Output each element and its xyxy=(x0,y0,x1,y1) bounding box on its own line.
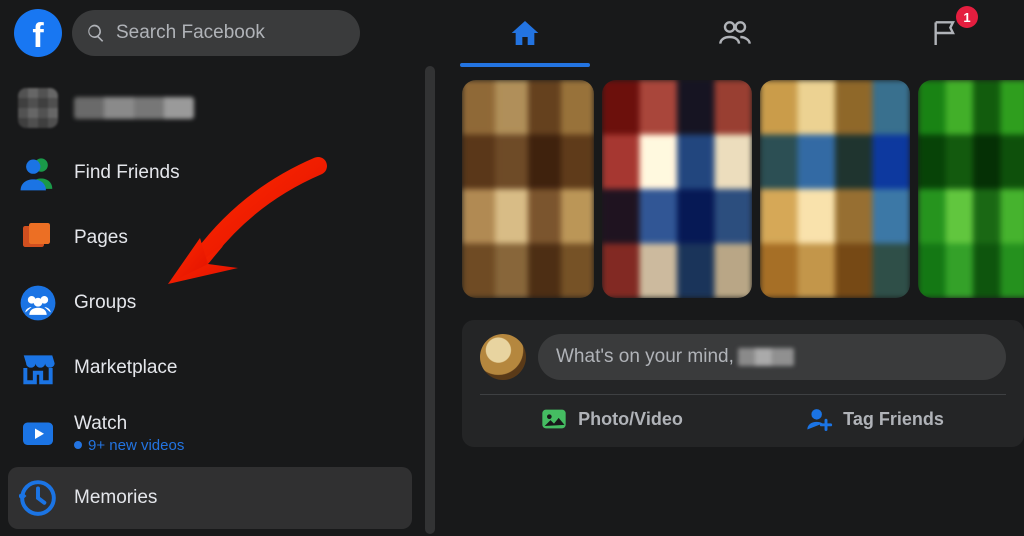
sidebar-item-label: Pages xyxy=(74,227,128,249)
photo-icon xyxy=(540,405,568,433)
sidebar-item-label: Groups xyxy=(74,292,136,314)
composer-placeholder: What's on your mind, xyxy=(556,346,734,368)
composer-name-redacted xyxy=(738,348,794,366)
friends-icon xyxy=(719,17,751,49)
story-card[interactable] xyxy=(602,80,752,298)
avatar xyxy=(18,88,58,128)
action-label: Photo/Video xyxy=(578,409,683,430)
home-icon xyxy=(509,17,541,49)
composer-action-tag[interactable]: Tag Friends xyxy=(743,405,1006,433)
story-card[interactable] xyxy=(760,80,910,298)
sidebar-item-subtext: 9+ new videos xyxy=(74,437,184,454)
notification-badge: 1 xyxy=(956,6,978,28)
tag-friends-icon xyxy=(805,405,833,433)
nav-video[interactable]: 1 xyxy=(880,0,1010,66)
sidebar-item-pages[interactable]: Pages xyxy=(8,207,412,269)
sidebar-item-find-friends[interactable]: Find Friends xyxy=(8,142,412,204)
groups-icon xyxy=(18,283,58,323)
vertical-divider xyxy=(425,66,435,534)
find-friends-icon xyxy=(18,153,58,193)
main-content: What's on your mind, Photo/Video Tag Fri… xyxy=(462,80,1024,534)
search-input[interactable]: Search Facebook xyxy=(72,10,360,56)
sidebar-item-label: Find Friends xyxy=(74,162,180,184)
nav-home[interactable] xyxy=(460,0,590,66)
post-composer: What's on your mind, Photo/Video Tag Fri… xyxy=(462,320,1024,447)
nav-friends[interactable] xyxy=(670,0,800,66)
left-sidebar: Find Friends Pages Groups Marketplace Wa… xyxy=(0,70,420,536)
search-placeholder: Search Facebook xyxy=(116,22,265,44)
stories-row xyxy=(462,80,1024,298)
top-header: f Search Facebook 1 xyxy=(0,0,1024,66)
sidebar-item-marketplace[interactable]: Marketplace xyxy=(8,337,412,399)
top-nav: 1 xyxy=(460,0,1010,66)
profile-name-redacted xyxy=(74,97,194,119)
action-label: Tag Friends xyxy=(843,409,944,430)
watch-icon xyxy=(18,413,58,453)
sidebar-item-label: Memories xyxy=(74,487,157,509)
sidebar-item-label: Watch xyxy=(74,413,184,435)
story-card[interactable] xyxy=(462,80,594,298)
composer-action-photo[interactable]: Photo/Video xyxy=(480,405,743,433)
sidebar-item-memories[interactable]: Memories xyxy=(8,467,412,529)
story-card[interactable] xyxy=(918,80,1024,298)
marketplace-icon xyxy=(18,348,58,388)
facebook-f-icon: f xyxy=(32,17,43,56)
sidebar-item-textblock: Watch 9+ new videos xyxy=(74,413,184,454)
sidebar-item-watch[interactable]: Watch 9+ new videos xyxy=(8,402,412,464)
memories-icon xyxy=(18,478,58,518)
sidebar-item-profile[interactable] xyxy=(8,77,412,139)
sidebar-item-label: Marketplace xyxy=(74,357,178,379)
search-icon xyxy=(86,23,106,43)
composer-textfield[interactable]: What's on your mind, xyxy=(538,334,1006,380)
pages-icon xyxy=(18,218,58,258)
avatar[interactable] xyxy=(480,334,526,380)
sidebar-item-groups[interactable]: Groups xyxy=(8,272,412,334)
facebook-logo[interactable]: f xyxy=(14,9,62,57)
